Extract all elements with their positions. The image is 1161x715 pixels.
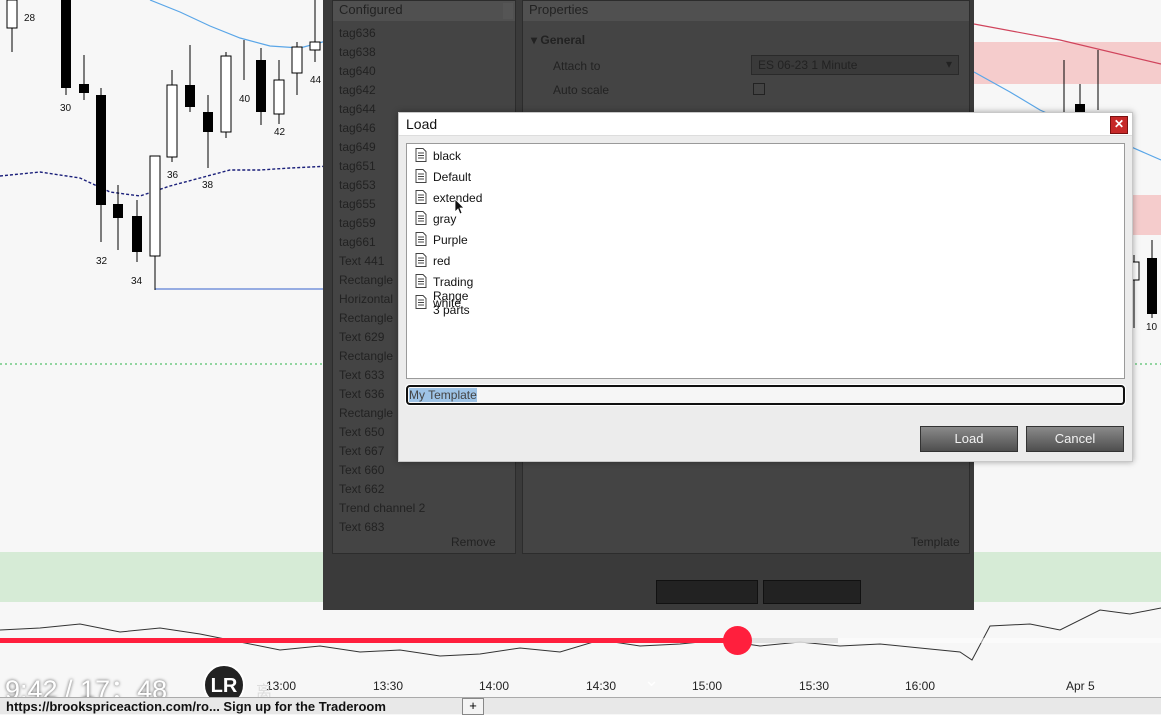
add-tab-button[interactable]: + [462,698,484,715]
configured-item[interactable]: Trend channel 2 [339,501,425,515]
close-icon[interactable]: ✕ [1110,116,1128,134]
configured-item[interactable]: Text 636 [339,387,384,401]
document-icon [415,169,427,183]
configured-item[interactable]: tag661 [339,235,376,249]
dialog-titlebar: Load ✕ [399,113,1132,136]
document-icon [415,190,427,204]
remove-button[interactable]: Remove [451,535,496,549]
time-axis-label: Apr 5 [1066,679,1095,693]
template-name: gray [433,212,457,226]
configured-item[interactable]: tag642 [339,83,376,97]
document-icon [415,274,427,288]
configured-item[interactable]: tag638 [339,45,376,59]
time-axis-label: 16:00 [905,679,936,693]
load-template-dialog: Load ✕ black Default extended gray Purple red… [398,112,1133,462]
apply-button[interactable] [763,580,861,604]
auto-scale-checkbox[interactable] [753,83,765,95]
configured-item[interactable]: tag649 [339,140,376,154]
red-zone-top [974,42,1161,84]
configured-item[interactable]: Text 650 [339,425,384,439]
time-axis-label: 15:00 [692,679,723,693]
configured-item[interactable]: Text 662 [339,482,384,496]
general-section[interactable]: ▾ General [531,33,585,47]
properties-title: Properties [523,1,969,21]
attach-to-label: Attach to [553,59,601,73]
configured-item[interactable]: tag636 [339,26,376,40]
template-name: Purple [433,233,468,247]
bar-label: 42 [274,127,286,138]
configured-item[interactable]: Text 633 [339,368,384,382]
template-name: white [433,296,462,310]
configured-item[interactable]: Text 683 [339,520,384,534]
mouse-cursor-icon [454,198,465,215]
chevron-down-icon[interactable]: ⌄ [644,670,659,691]
document-icon [415,253,427,267]
status-bar: https://brookspriceaction.com/ro... Sign… [0,697,1161,715]
configured-item[interactable]: tag640 [339,64,376,78]
bar-label: 44 [310,75,322,86]
template-name-input[interactable] [405,384,1126,406]
progress-played [0,638,738,643]
configured-item[interactable]: tag646 [339,121,376,135]
configured-item[interactable]: Text 629 [339,330,384,344]
bar-label: 36 [167,170,179,181]
time-axis-label: 14:00 [479,679,510,693]
bar-label: 32 [96,256,108,267]
template-name: black [433,149,462,163]
configured-item[interactable]: tag644 [339,102,376,116]
configured-item[interactable]: tag653 [339,178,376,192]
template-name: Default [433,170,472,184]
cancel-button[interactable]: Cancel [1026,426,1124,452]
scroll-arrows-icon[interactable] [503,3,513,19]
template-button[interactable]: Template [911,535,960,549]
bar-label: 34 [131,276,143,287]
general-section-label: General [540,33,586,47]
time-axis-label: 13:30 [373,679,404,693]
chevron-down-icon: ▾ [945,57,952,71]
bar-label: 10 [1146,322,1158,333]
template-list: black Default extended gray Purple red Trading… [406,143,1125,379]
configured-item[interactable]: tag651 [339,159,376,173]
bar-label: 40 [239,94,251,105]
configured-item[interactable]: Rectangle [339,349,393,363]
attach-to-select[interactable]: ES 06-23 1 Minute ▾ [751,55,959,75]
auto-scale-label: Auto scale [553,83,610,97]
triangle-down-icon: ▾ [531,33,538,47]
bar-label: 30 [60,103,72,114]
time-axis-label: 15:30 [799,679,830,693]
template-name: red [433,254,451,268]
configured-item[interactable]: Text 667 [339,444,384,458]
configured-item[interactable]: Text 660 [339,463,384,477]
document-icon [415,211,427,225]
configured-item[interactable]: Horizontal [339,292,393,306]
document-icon [415,295,427,309]
configured-item[interactable]: Rectangle [339,406,393,420]
status-url[interactable]: https://brookspriceaction.com/ro... Sign… [6,699,386,714]
bar-label: 28 [24,13,36,24]
ok-button[interactable] [656,580,758,604]
configured-item[interactable]: Text 441 [339,254,384,268]
configured-item[interactable]: Rectangle [339,273,393,287]
configured-item[interactable]: Rectangle [339,311,393,325]
document-icon [415,232,427,246]
attach-to-value: ES 06-23 1 Minute [758,58,858,72]
load-button[interactable]: Load [920,426,1018,452]
time-axis-label: 14:30 [586,679,617,693]
configured-item[interactable]: tag655 [339,197,376,211]
configured-item[interactable]: tag659 [339,216,376,230]
document-icon [415,148,427,162]
dialog-title: Load [406,116,438,132]
configured-title: Configured [333,1,515,21]
bar-label: 38 [202,180,214,191]
